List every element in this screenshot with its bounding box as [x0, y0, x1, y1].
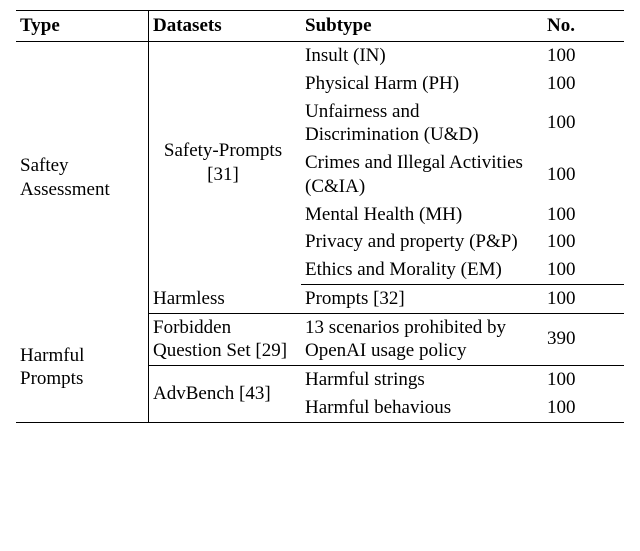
count-cell: 100	[543, 284, 624, 313]
col-no: No.	[543, 11, 624, 42]
type-harmful: Harmful Prompts	[16, 313, 149, 422]
count-cell: 100	[543, 228, 624, 256]
count-cell: 100	[543, 201, 624, 229]
subtype-cell: Ethics and Morality (EM)	[301, 256, 543, 284]
subtype-cell: Crimes and Illegal Activities (C&IA)	[301, 149, 543, 201]
dataset-advbench: AdvBench [43]	[149, 366, 302, 423]
count-cell: 100	[543, 394, 624, 422]
col-type: Type	[16, 11, 149, 42]
subtype-cell: Prompts [32]	[301, 284, 543, 313]
count-cell: 100	[543, 98, 624, 150]
count-cell: 100	[543, 70, 624, 98]
subtype-cell: Harmful behavious	[301, 394, 543, 422]
count-cell: 100	[543, 366, 624, 394]
subtype-cell: Insult (IN)	[301, 42, 543, 70]
dataset-harmless: Harmless	[149, 284, 302, 313]
subtype-cell: Privacy and property (P&P)	[301, 228, 543, 256]
dataset-safety-prompts: Safety-Prompts [31]	[149, 42, 302, 285]
count-cell: 390	[543, 313, 624, 366]
count-cell: 100	[543, 42, 624, 70]
table-row: Harmful Prompts Forbidden Question Set […	[16, 313, 624, 366]
subtype-cell: 13 scenarios prohibited by OpenAI usage …	[301, 313, 543, 366]
dataset-forbidden: Forbidden Question Set [29]	[149, 313, 302, 366]
subtype-cell: Harmful strings	[301, 366, 543, 394]
type-safety: Saftey Assessment	[16, 42, 149, 314]
subtype-cell: Mental Health (MH)	[301, 201, 543, 229]
count-cell: 100	[543, 149, 624, 201]
col-datasets: Datasets	[149, 11, 302, 42]
col-subtype: Subtype	[301, 11, 543, 42]
subtype-cell: Unfairness and Discrimination (U&D)	[301, 98, 543, 150]
benchmark-table: Type Datasets Subtype No. Saftey Assessm…	[16, 10, 624, 423]
subtype-cell: Physical Harm (PH)	[301, 70, 543, 98]
header-row: Type Datasets Subtype No.	[16, 11, 624, 42]
table-row: Saftey Assessment Safety-Prompts [31] In…	[16, 42, 624, 70]
count-cell: 100	[543, 256, 624, 284]
